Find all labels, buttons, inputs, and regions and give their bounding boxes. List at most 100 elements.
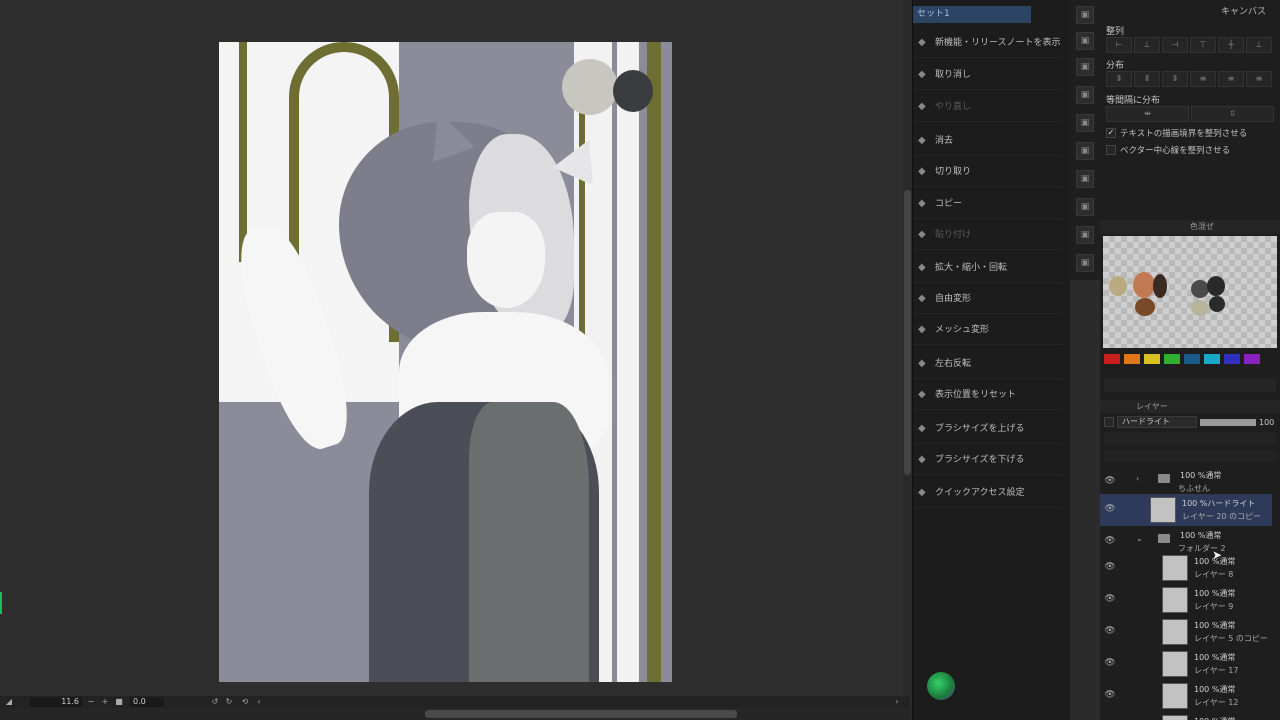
zoom-in-icon[interactable]: + (100, 697, 110, 707)
visibility-eye-icon[interactable]: 👁 (1104, 476, 1116, 486)
layer-row[interactable]: 👁 100 %通常 レイヤー 17 (1100, 648, 1272, 680)
distribute-left-button[interactable]: ⫴ (1106, 71, 1132, 87)
color-chip[interactable] (1124, 354, 1140, 364)
align-top-button[interactable]: ⊤ (1190, 37, 1216, 53)
layer-row[interactable]: 👁 100 %通常 レイヤー 5 のコピー (1100, 616, 1272, 648)
quick-access-item[interactable]: ◆ メッシュ変形 (913, 315, 1063, 345)
vertical-scroll-thumb[interactable] (904, 190, 911, 475)
visibility-eye-icon[interactable]: 👁 (1104, 504, 1116, 514)
color-chip[interactable] (1204, 354, 1220, 364)
artwork-canvas[interactable] (219, 42, 672, 682)
panel-toggle-icon[interactable]: ▣ (1076, 142, 1094, 160)
color-chip[interactable] (1224, 354, 1240, 364)
visibility-eye-icon[interactable]: 👁 (1104, 562, 1116, 572)
quick-access-item[interactable]: ◆ 左右反転 (913, 349, 1063, 379)
panel-toggle-icon[interactable]: ▣ (1076, 114, 1094, 132)
align-bottom-button[interactable]: ⊥ (1246, 37, 1272, 53)
fit-icon[interactable]: ■ (114, 697, 124, 707)
distribute-right-button[interactable]: ⫴ (1162, 71, 1188, 87)
quick-access-item[interactable]: ◆ 貼り付け (913, 220, 1063, 250)
check-vector-center-checkbox[interactable] (1106, 145, 1116, 155)
panel-toggle-icon[interactable]: ▣ (1076, 32, 1094, 50)
zoom-field[interactable]: 11.6 (30, 697, 82, 707)
distribute-top-button[interactable]: ≡ (1190, 71, 1216, 87)
visibility-eye-icon[interactable]: 👁 (1104, 658, 1116, 668)
quick-access-item[interactable]: ◆ 切り取り (913, 157, 1063, 187)
visibility-eye-icon[interactable]: 👁 (1104, 594, 1116, 604)
layer-row[interactable]: 👁 100 %通常 レイヤー 12 (1100, 680, 1272, 712)
opacity-slider[interactable] (1200, 418, 1256, 426)
align-middle-button[interactable]: ┼ (1218, 37, 1244, 53)
distribute-bottom-button[interactable]: ≡ (1246, 71, 1272, 87)
panel-toggle-icon[interactable]: ▣ (1076, 58, 1094, 76)
align-right-button[interactable]: ⊣ (1162, 37, 1188, 53)
quick-access-item[interactable]: ◆ 表示位置をリセット (913, 380, 1063, 410)
color-chip[interactable] (1104, 354, 1120, 364)
panel-toggle-icon[interactable]: ▣ (1076, 86, 1094, 104)
folder-chevron-icon[interactable]: › (1136, 474, 1139, 483)
quick-access-item[interactable]: ◆ 自由変形 (913, 284, 1063, 314)
canvas-vertical-scrollbar[interactable] (903, 0, 912, 696)
layer-toolbar[interactable] (1104, 432, 1276, 444)
horizontal-scroll-thumb[interactable] (425, 710, 737, 718)
globe-icon[interactable] (927, 672, 955, 700)
quick-access-item[interactable]: ◆ やり直し (913, 92, 1063, 122)
align-left-button[interactable]: ⊢ (1106, 37, 1132, 53)
quick-access-item[interactable]: ◆ 拡大・縮小・回転 (913, 253, 1063, 283)
rotate-left-icon[interactable]: ↺ (210, 697, 220, 707)
canvas-horizontal-scrollbar[interactable] (0, 708, 910, 720)
color-chip[interactable] (1144, 354, 1160, 364)
panel-toggle-icon[interactable]: ▣ (1076, 226, 1094, 244)
visibility-eye-icon[interactable]: 👁 (1104, 626, 1116, 636)
quick-access-item[interactable]: ◆ 新機能・リリースノートを表示 (913, 28, 1063, 58)
rotation-field[interactable]: 0.0 (130, 697, 164, 707)
reset-rotation-icon[interactable]: ⟲ (240, 697, 250, 707)
quick-access-item-label: やり直し (935, 102, 972, 112)
color-mix-tab[interactable]: 色混ぜ (1100, 220, 1280, 234)
canvas-area[interactable] (0, 0, 905, 696)
color-chip[interactable] (1164, 354, 1180, 364)
quick-access-set-tab[interactable]: セット1 (913, 6, 1031, 23)
layer-row[interactable]: 👁100 %通常 (1100, 712, 1272, 720)
check-vector-center-row[interactable]: ベクター中心線を整列させる (1106, 144, 1230, 156)
quick-access-item[interactable]: ◆ コピー (913, 189, 1063, 219)
lock-checkbox[interactable] (1104, 417, 1114, 427)
quick-access-item[interactable]: ◆ クイックアクセス設定 (913, 478, 1063, 508)
quick-access-item[interactable]: ◆ 消去 (913, 126, 1063, 156)
panel-toggle-icon[interactable]: ▣ (1076, 170, 1094, 188)
scroll-right-icon[interactable]: › (892, 697, 902, 707)
color-mixing-canvas[interactable] (1103, 236, 1277, 348)
opacity-value[interactable]: 100 (1259, 418, 1274, 427)
check-text-bounds-row[interactable]: ✓ テキストの描画境界を整列させる (1106, 127, 1247, 139)
align-center-button[interactable]: ⊥ (1134, 37, 1160, 53)
quick-access-item[interactable]: ◆ ブラシサイズを上げる (913, 414, 1063, 444)
rotate-right-icon[interactable]: ↻ (224, 697, 234, 707)
navigator-icon[interactable]: ◢ (4, 697, 14, 707)
layer-row[interactable]: 👁 100 %通常 レイヤー 9 (1100, 584, 1272, 616)
zoom-out-icon[interactable]: − (86, 697, 96, 707)
distribute-middle-button[interactable]: ≡ (1218, 71, 1244, 87)
panel-toggle-icon[interactable]: ▣ (1076, 198, 1094, 216)
quick-access-item[interactable]: ◆ 取り消し (913, 60, 1063, 90)
color-chip[interactable] (1184, 354, 1200, 364)
brush-tool-row[interactable] (1104, 378, 1276, 392)
color-chip[interactable] (1244, 354, 1260, 364)
tab-canvas[interactable]: キャンバス (1221, 4, 1266, 17)
quick-access-item[interactable]: ◆ ブラシサイズを下げる (913, 445, 1063, 475)
layer-row[interactable]: 👁 100 %通常 レイヤー 8 (1100, 552, 1272, 584)
folder-chevron-icon[interactable]: ⌄ (1136, 534, 1143, 543)
scroll-left-icon[interactable]: ‹ (254, 697, 264, 707)
blend-mode-select[interactable]: ハードライト (1117, 416, 1197, 428)
equal-vertical-button[interactable]: ⇳ (1191, 106, 1274, 122)
quick-access-item-label: 新機能・リリースノートを表示 (935, 38, 1061, 48)
equal-horizontal-button[interactable]: ⇹ (1106, 106, 1189, 122)
layer-toolbar-secondary[interactable] (1104, 450, 1276, 462)
tab-layer[interactable]: レイヤー (1100, 400, 1280, 413)
visibility-eye-icon[interactable]: 👁 (1104, 690, 1116, 700)
check-text-bounds-checkbox[interactable]: ✓ (1106, 128, 1116, 138)
panel-toggle-icon[interactable]: ▣ (1076, 6, 1094, 24)
distribute-center-button[interactable]: ⫴ (1134, 71, 1160, 87)
visibility-eye-icon[interactable]: 👁 (1104, 536, 1116, 546)
panel-toggle-icon[interactable]: ▣ (1076, 254, 1094, 272)
layer-row[interactable]: 👁 100 %ハードライト レイヤー 20 のコピー (1100, 494, 1272, 526)
